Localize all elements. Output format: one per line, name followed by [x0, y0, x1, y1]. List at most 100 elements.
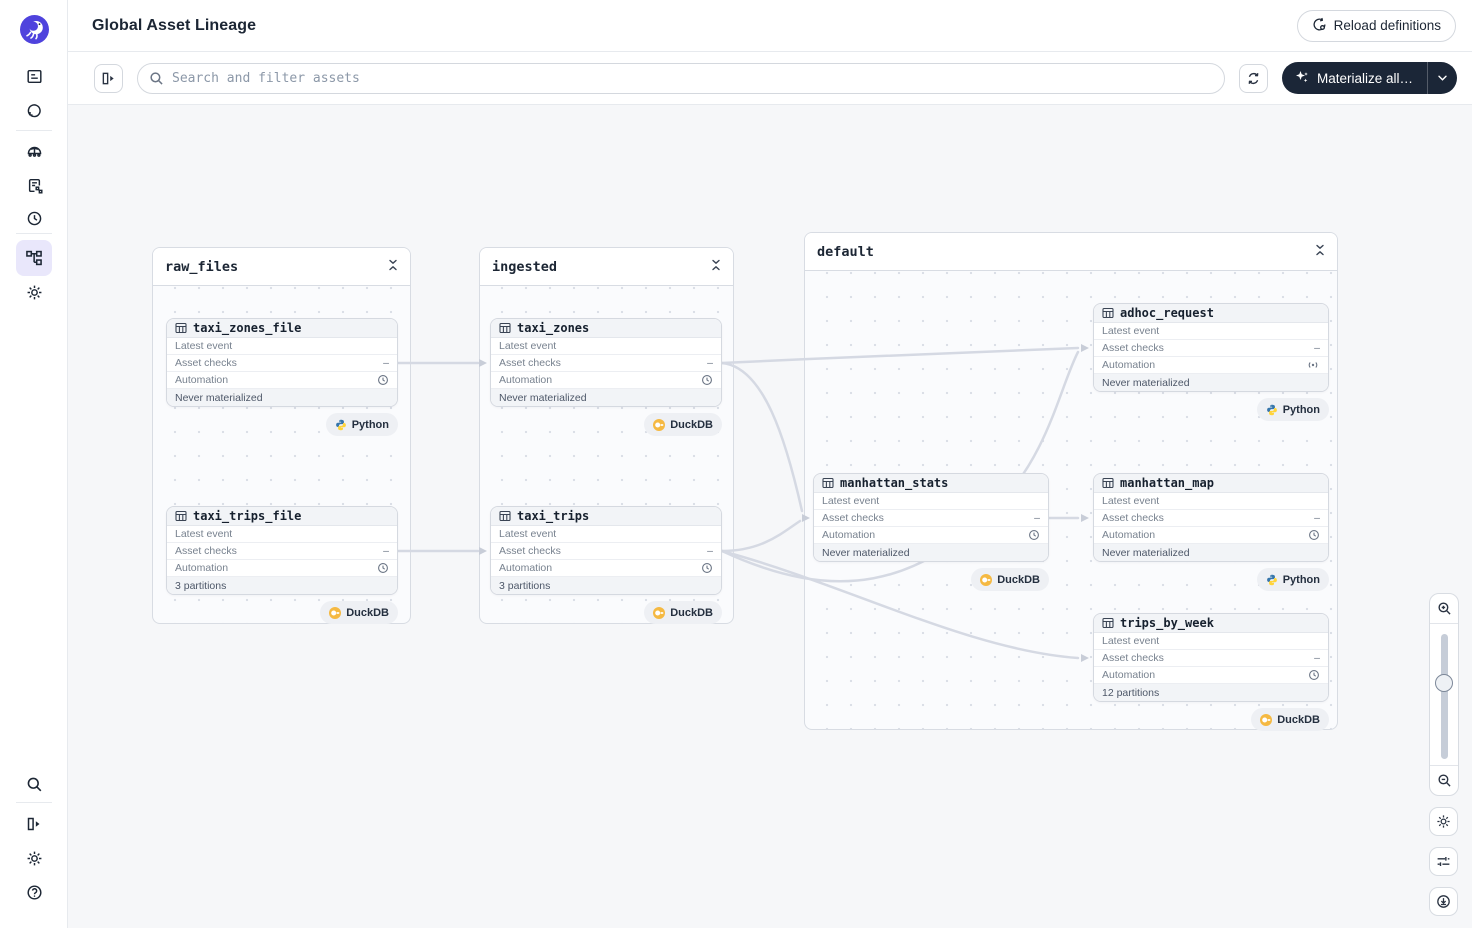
- duckdb-icon: [1260, 714, 1272, 726]
- row-label: Automation: [1102, 359, 1155, 371]
- duckdb-icon: [980, 574, 992, 586]
- row-label: Automation: [1102, 669, 1155, 681]
- asset-card-taxi-trips[interactable]: taxi_trips Latest event Asset checks– Au…: [490, 506, 722, 595]
- group-title: ingested: [492, 259, 557, 275]
- kind-badge-duckdb: DuckDB: [644, 413, 722, 436]
- rail-divider: [16, 802, 52, 803]
- asset-checks-value: –: [1314, 652, 1320, 664]
- materialize-all-button-group: Materialize all…: [1282, 62, 1457, 94]
- rail-divider: [16, 233, 52, 234]
- page-header: Global Asset Lineage Reload definitions: [68, 0, 1472, 52]
- clock-icon: [1028, 529, 1040, 541]
- python-icon: [1266, 404, 1278, 416]
- table-icon: [175, 322, 187, 334]
- row-label: Latest event: [1102, 635, 1159, 647]
- partitions-status: 12 partitions: [1094, 684, 1328, 701]
- search-icon[interactable]: [20, 770, 48, 798]
- asset-checks-value: –: [707, 357, 713, 369]
- asset-card-manhattan-map[interactable]: manhattan_map Latest event Asset checks–…: [1093, 473, 1329, 562]
- row-label: Asset checks: [822, 512, 884, 524]
- asset-name: manhattan_stats: [840, 476, 948, 490]
- collapse-group-icon[interactable]: [388, 258, 398, 276]
- kind-badge-duckdb: DuckDB: [320, 601, 398, 624]
- row-label: Latest event: [822, 495, 879, 507]
- collapse-group-icon[interactable]: [1315, 243, 1325, 261]
- materialize-all-label: Materialize all…: [1317, 71, 1413, 86]
- asset-card-taxi-zones[interactable]: taxi_zones Latest event Asset checks– Au…: [490, 318, 722, 407]
- kind-badge-python: Python: [1257, 398, 1329, 421]
- kind-badge-python: Python: [1257, 568, 1329, 591]
- sensor-icon: [1306, 360, 1320, 370]
- settings-icon[interactable]: [20, 278, 48, 306]
- row-label: Asset checks: [499, 357, 561, 369]
- toggle-sidebar-panel-button[interactable]: [94, 64, 123, 93]
- asset-card-adhoc-request[interactable]: adhoc_request Latest event Asset checks–…: [1093, 303, 1329, 392]
- table-icon: [175, 510, 187, 522]
- row-label: Latest event: [175, 340, 232, 352]
- jobs-icon[interactable]: [20, 171, 48, 199]
- asset-checks-value: –: [1314, 512, 1320, 524]
- asset-card-trips-by-week[interactable]: trips_by_week Latest event Asset checks–…: [1093, 613, 1329, 702]
- filter-options-icon[interactable]: [1429, 847, 1458, 876]
- row-label: Latest event: [1102, 325, 1159, 337]
- deployment-icon[interactable]: [20, 136, 48, 164]
- kind-badge-python: Python: [326, 413, 398, 436]
- materialize-options-caret[interactable]: [1427, 62, 1457, 94]
- lineage-toolbar: Materialize all…: [68, 52, 1472, 105]
- asset-name: taxi_zones: [517, 321, 589, 335]
- collapse-group-icon[interactable]: [711, 258, 721, 276]
- materialization-status: Never materialized: [491, 389, 721, 406]
- settings-icon[interactable]: [20, 844, 48, 872]
- duckdb-icon: [653, 607, 665, 619]
- lineage-canvas[interactable]: raw_files ingested default: [68, 105, 1472, 928]
- kind-badge-duckdb: DuckDB: [1251, 708, 1329, 731]
- group-title: default: [817, 244, 874, 260]
- rail-divider: [16, 130, 52, 131]
- overview-icon[interactable]: [20, 62, 48, 90]
- row-label: Latest event: [499, 340, 556, 352]
- zoom-control: [1429, 593, 1459, 796]
- refresh-icon[interactable]: [1239, 64, 1268, 93]
- dagster-logo[interactable]: [20, 15, 49, 44]
- row-label: Automation: [175, 562, 228, 574]
- row-label: Asset checks: [175, 545, 237, 557]
- zoom-slider-track[interactable]: [1441, 634, 1448, 759]
- clock-icon: [377, 374, 389, 386]
- group-header-raw-files[interactable]: raw_files: [153, 248, 410, 286]
- row-label: Automation: [499, 562, 552, 574]
- materialize-all-button[interactable]: Materialize all…: [1282, 62, 1427, 94]
- expand-panel-icon[interactable]: [20, 810, 48, 838]
- asset-card-taxi-zones-file[interactable]: taxi_zones_file Latest event Asset check…: [166, 318, 398, 407]
- lineage-icon[interactable]: [16, 240, 52, 276]
- partitions-status: 3 partitions: [491, 577, 721, 594]
- zoom-out-icon[interactable]: [1430, 765, 1458, 795]
- schedules-icon[interactable]: [20, 204, 48, 232]
- asset-name: trips_by_week: [1120, 616, 1214, 630]
- reload-definitions-button[interactable]: Reload definitions: [1297, 10, 1456, 42]
- zoom-in-icon[interactable]: [1430, 594, 1458, 624]
- asset-name: taxi_trips: [517, 509, 589, 523]
- partitions-status: 3 partitions: [167, 577, 397, 594]
- asset-search: [137, 63, 1225, 94]
- python-icon: [335, 419, 347, 431]
- zoom-slider-handle[interactable]: [1435, 674, 1453, 692]
- row-label: Latest event: [499, 528, 556, 540]
- group-header-ingested[interactable]: ingested: [480, 248, 733, 286]
- group-header-default[interactable]: default: [805, 233, 1337, 271]
- row-label: Latest event: [1102, 495, 1159, 507]
- table-icon: [499, 322, 511, 334]
- table-icon: [1102, 307, 1114, 319]
- asset-card-taxi-trips-file[interactable]: taxi_trips_file Latest event Asset check…: [166, 506, 398, 595]
- materialization-status: Never materialized: [167, 389, 397, 406]
- kind-badge-duckdb: DuckDB: [644, 601, 722, 624]
- row-label: Automation: [175, 374, 228, 386]
- help-icon[interactable]: [20, 878, 48, 906]
- duckdb-icon: [329, 607, 341, 619]
- row-label: Latest event: [175, 528, 232, 540]
- runs-icon[interactable]: [20, 96, 48, 124]
- download-view-icon[interactable]: [1429, 887, 1458, 916]
- search-input[interactable]: [137, 63, 1225, 94]
- row-label: Asset checks: [1102, 512, 1164, 524]
- graph-settings-icon[interactable]: [1429, 807, 1458, 836]
- asset-card-manhattan-stats[interactable]: manhattan_stats Latest event Asset check…: [813, 473, 1049, 562]
